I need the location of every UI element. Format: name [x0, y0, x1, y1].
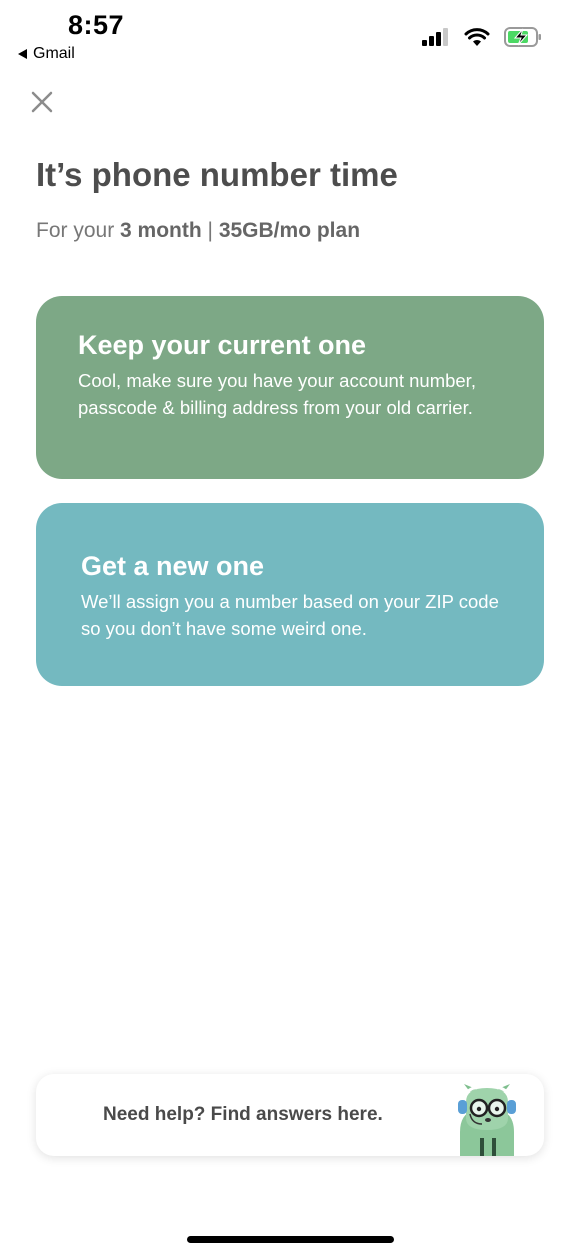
battery-charging-icon [504, 27, 541, 47]
plan-data: 35GB/mo plan [218, 219, 361, 242]
status-icons [422, 27, 542, 47]
page-title: It’s phone number time [36, 156, 398, 193]
help-banner[interactable]: Need help? Find answers here. [36, 1074, 544, 1156]
plan-length: 3 month [120, 219, 202, 242]
back-triangle-icon [18, 49, 27, 59]
cellular-signal-icon [422, 28, 448, 46]
subtitle-prefix: For your [36, 219, 121, 242]
keep-current-number-option[interactable]: Keep your current one Cool, make sure yo… [36, 296, 544, 479]
back-app-label: Gmail [33, 45, 75, 62]
back-to-app-link[interactable]: Gmail [18, 45, 75, 63]
option-description: We’ll assign you a number based on your … [81, 591, 499, 639]
wifi-icon [464, 27, 490, 46]
option-title: Keep your current one [78, 330, 367, 360]
plan-subtitle: For your 3 month | 35GB/mo plan [36, 219, 360, 243]
status-time: 8:57 [68, 10, 125, 40]
option-title: Get a new one [81, 551, 265, 581]
mascot-icon [458, 1084, 516, 1156]
get-new-number-option[interactable]: Get a new one We’ll assign you a number … [36, 503, 544, 686]
option-description: Cool, make sure you have your account nu… [78, 370, 476, 418]
close-icon[interactable] [28, 88, 56, 116]
home-indicator [187, 1236, 394, 1243]
plan-separator: | [201, 219, 219, 242]
help-label: Need help? Find answers here. [103, 1104, 383, 1125]
